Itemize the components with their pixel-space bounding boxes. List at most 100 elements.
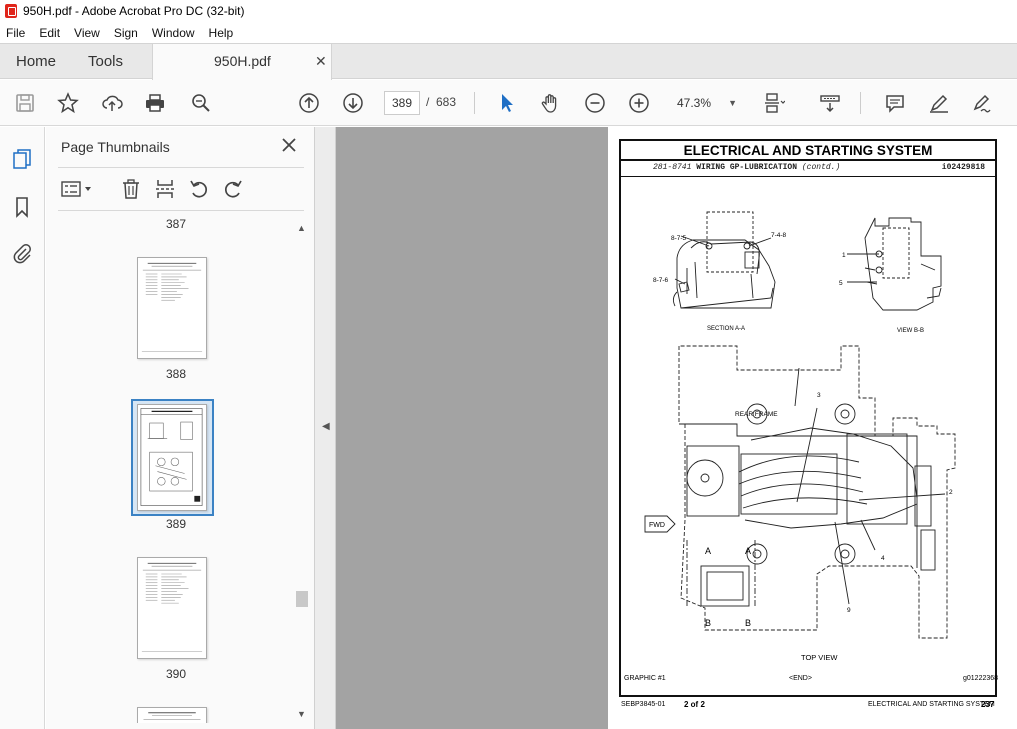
close-tab-icon[interactable]: ✕ <box>315 53 327 70</box>
scroll-thumb[interactable] <box>296 591 308 607</box>
menu-view[interactable]: View <box>74 26 100 40</box>
collapse-left-icon: ◀ <box>322 421 330 432</box>
panel-collapse-handle[interactable]: ◀ <box>314 127 336 729</box>
rotate-counterclockwise-icon[interactable] <box>187 177 211 201</box>
callout-2: 2 <box>949 489 953 496</box>
thumbnail-scrollbar[interactable]: ▲ ▼ <box>294 223 308 723</box>
menu-bar: File Edit View Sign Window Help <box>0 22 1017 43</box>
next-page-icon[interactable] <box>341 91 365 115</box>
window-title: 950H.pdf - Adobe Acrobat Pro DC (32-bit) <box>23 4 245 18</box>
top-view-label: TOP VIEW <box>801 653 838 662</box>
page-number-input[interactable]: 389 <box>384 91 420 115</box>
section-letter-a-left: A <box>705 546 711 556</box>
footer-section: ELECTRICAL AND STARTING SYSTEM <box>868 701 995 708</box>
scroll-up-icon[interactable]: ▲ <box>297 223 306 233</box>
zoom-select[interactable]: 47.3% ▼ <box>669 91 743 115</box>
menu-sign[interactable]: Sign <box>114 26 138 40</box>
left-navigation-rail <box>0 127 45 729</box>
thumbnails-panel: Page Thumbnails 387 388 389 390 ▲ ▼ <box>46 127 314 729</box>
graphic-code: g01222368 <box>963 675 999 682</box>
delete-page-icon[interactable] <box>119 177 143 201</box>
callout-1: 1 <box>842 252 846 259</box>
scroll-mode-icon[interactable] <box>818 91 842 115</box>
comment-icon[interactable] <box>883 91 907 115</box>
page-display-icon[interactable] <box>762 91 786 115</box>
tab-home[interactable]: Home <box>16 44 56 79</box>
select-cursor-icon[interactable] <box>495 91 519 115</box>
save-icon[interactable] <box>13 91 37 115</box>
thumbnail-options-icon[interactable] <box>60 177 96 201</box>
contd-label: (contd.) <box>801 163 841 172</box>
footer-doc-number: SEBP3845-01 <box>621 701 666 708</box>
panel-divider <box>58 210 304 211</box>
fwd-label: FWD <box>649 522 665 529</box>
split-page-icon[interactable] <box>153 177 177 201</box>
attachments-paperclip-icon[interactable] <box>10 241 34 265</box>
section-letter-a-right: A <box>745 546 751 556</box>
callout-5: 5 <box>839 280 843 287</box>
hand-tool-icon[interactable] <box>539 91 563 115</box>
tab-document-label: 950H.pdf <box>214 53 271 69</box>
thumbnail-label-390: 390 <box>165 667 187 681</box>
graphic-label: GRAPHIC #1 <box>624 675 666 682</box>
thumbnail-label-388: 388 <box>165 367 187 381</box>
bookmarks-icon[interactable] <box>10 195 34 219</box>
footer-page-of: 2 of 2 <box>684 700 705 709</box>
title-bar: 950H.pdf - Adobe Acrobat Pro DC (32-bit) <box>0 0 1017 22</box>
thumbnail-label-387: 387 <box>165 217 187 231</box>
thumbnail-page-partial[interactable] <box>137 707 207 723</box>
tab-bar: Home Tools 950H.pdf ✕ <box>0 43 1017 80</box>
toolbar-divider <box>860 92 861 114</box>
part-title: WIRING GP-LUBRICATION <box>696 163 798 172</box>
callout-8-7-6: 8-7-6 <box>653 277 669 284</box>
toolbar: 389 / 683 47.3% ▼ <box>0 80 1017 126</box>
part-number: 281-8741 <box>653 163 692 172</box>
print-icon[interactable] <box>143 91 167 115</box>
callout-4: 4 <box>881 555 885 562</box>
tab-tools[interactable]: Tools <box>88 44 123 79</box>
subheading-code: i02429818 <box>941 163 985 172</box>
upload-cloud-icon[interactable] <box>100 91 124 115</box>
zoom-value: 47.3% <box>677 96 712 110</box>
total-pages: 683 <box>436 95 457 109</box>
thumbnail-page-389[interactable] <box>137 404 207 511</box>
tab-document[interactable]: 950H.pdf ✕ <box>152 43 332 80</box>
callout-8-7-5: 8-7-5 <box>671 235 687 242</box>
callout-3: 3 <box>817 392 821 399</box>
page-footer: SEBP3845-01 2 of 2 ELECTRICAL AND STARTI… <box>608 687 1017 711</box>
menu-window[interactable]: Window <box>152 26 195 40</box>
acrobat-logo-icon <box>5 4 17 18</box>
zoom-search-icon[interactable] <box>189 91 213 115</box>
rear-frame-label: REAR FRAME <box>735 411 778 418</box>
zoom-in-icon[interactable] <box>627 91 651 115</box>
callout-9: 9 <box>847 607 851 614</box>
panel-title: Page Thumbnails <box>61 139 170 155</box>
page-separator: / <box>426 95 430 109</box>
thumbnail-page-390[interactable] <box>137 557 207 659</box>
wiring-diagram: 8-7-5 7-4-8 8-7-6 SECTION A-A 1 5 VIEW B… <box>644 211 956 662</box>
thumbnail-list: 387 388 389 390 <box>58 215 294 723</box>
close-panel-icon[interactable] <box>280 136 298 154</box>
thumbnail-page-388[interactable] <box>137 257 207 359</box>
menu-file[interactable]: File <box>6 26 25 40</box>
section-aa-label: SECTION A-A <box>707 326 745 332</box>
view-bb-label: VIEW B-B <box>897 328 924 334</box>
callout-7-4-8: 7-4-8 <box>771 232 787 239</box>
highlight-pen-icon[interactable] <box>927 91 951 115</box>
previous-page-icon[interactable] <box>297 91 321 115</box>
menu-help[interactable]: Help <box>209 26 234 40</box>
rotate-clockwise-icon[interactable] <box>221 177 245 201</box>
scroll-down-icon[interactable]: ▼ <box>297 709 306 719</box>
section-letter-b-left: B <box>705 618 711 628</box>
thumbnail-label-389: 389 <box>165 517 187 531</box>
page-subheading: 281-8741 WIRING GP-LUBRICATION (contd.) … <box>621 161 995 177</box>
toolbar-divider <box>474 92 475 114</box>
menu-edit[interactable]: Edit <box>39 26 60 40</box>
zoom-out-icon[interactable] <box>583 91 607 115</box>
section-letter-b-right: B <box>745 618 751 628</box>
page-heading: ELECTRICAL AND STARTING SYSTEM <box>621 141 995 161</box>
chevron-down-icon: ▼ <box>728 98 737 108</box>
page-thumbnails-icon[interactable] <box>10 147 34 171</box>
draw-sign-icon[interactable] <box>970 91 994 115</box>
bookmark-star-icon[interactable] <box>56 91 80 115</box>
